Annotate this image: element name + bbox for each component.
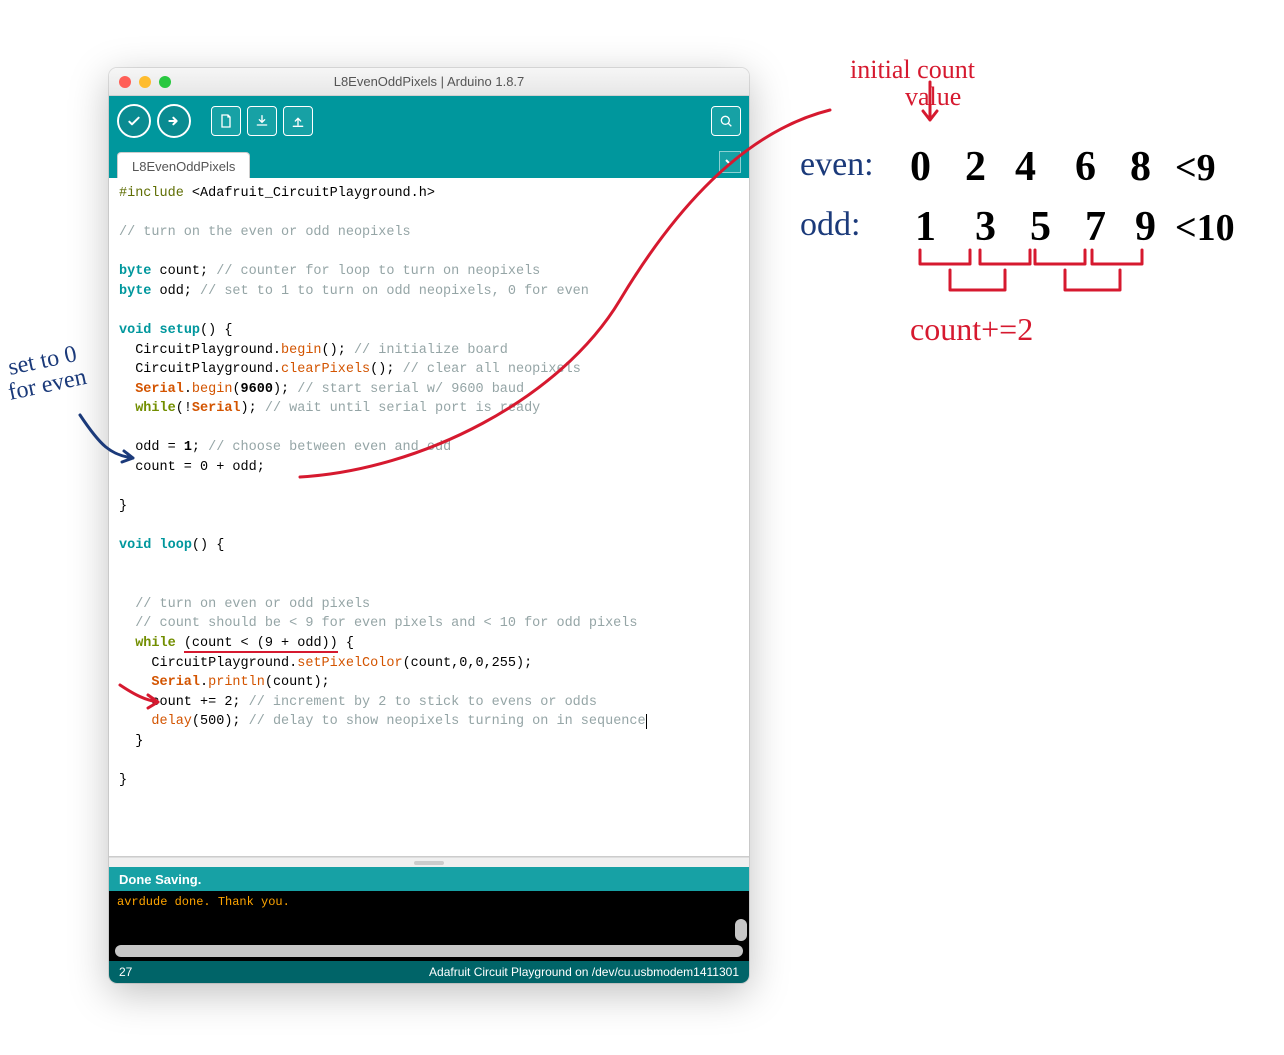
console[interactable]: avrdude done. Thank you. — [109, 891, 749, 961]
bracket-5 — [950, 270, 1005, 290]
annot-even-0: 0 — [910, 144, 931, 190]
code-editor[interactable]: #include <Adafruit_CircuitPlayground.h> … — [109, 178, 749, 857]
annot-set-even-2: for even — [6, 364, 89, 406]
annot-odd-3: 3 — [975, 204, 996, 250]
titlebar: L8EvenOddPixels | Arduino 1.8.7 — [109, 68, 749, 96]
annot-init-1: initial count — [850, 55, 976, 84]
upload-button[interactable] — [157, 104, 191, 138]
line-number: 27 — [119, 965, 159, 979]
horizontal-scrollbar[interactable] — [115, 945, 743, 957]
save-button[interactable] — [283, 106, 313, 136]
status-text: Done Saving. — [119, 872, 201, 887]
annot-set-even-1: set to 0 — [6, 341, 79, 381]
annot-even-2: 2 — [965, 144, 986, 190]
bracket-4 — [1092, 250, 1142, 264]
tab-menu-button[interactable] — [719, 151, 741, 173]
annot-odd-9: 9 — [1135, 204, 1156, 250]
verify-button[interactable] — [117, 104, 151, 138]
tab-sketch[interactable]: L8EvenOddPixels — [117, 152, 250, 178]
status-bar: Done Saving. — [109, 867, 749, 891]
splitter-handle[interactable] — [109, 857, 749, 867]
annot-odd-5: 5 — [1030, 204, 1051, 250]
open-button[interactable] — [247, 106, 277, 136]
code-content[interactable]: #include <Adafruit_CircuitPlayground.h> … — [109, 178, 749, 800]
board-label: Adafruit Circuit Playground on /dev/cu.u… — [159, 965, 739, 979]
footer: 27 Adafruit Circuit Playground on /dev/c… — [109, 961, 749, 983]
bracket-2 — [980, 250, 1030, 264]
annot-even-label: even: — [800, 146, 874, 183]
traffic-lights — [119, 76, 171, 88]
annot-even-cond: <9 — [1175, 147, 1216, 189]
serial-monitor-button[interactable] — [711, 106, 741, 136]
annot-even-6: 6 — [1075, 144, 1096, 190]
annot-odd-7: 7 — [1085, 204, 1106, 250]
new-button[interactable] — [211, 106, 241, 136]
window-title: L8EvenOddPixels | Arduino 1.8.7 — [109, 74, 749, 89]
arrow-down-icon — [923, 82, 937, 120]
annot-even-8: 8 — [1130, 144, 1151, 190]
annot-odd-cond: <10 — [1175, 207, 1235, 249]
annot-even-4: 4 — [1015, 144, 1036, 190]
close-icon[interactable] — [119, 76, 131, 88]
vertical-scrollbar[interactable] — [735, 897, 747, 941]
arduino-ide-window: L8EvenOddPixels | Arduino 1.8.7 L8EvenOd… — [109, 68, 749, 983]
annot-init-2: value — [905, 82, 961, 111]
bracket-1 — [920, 250, 970, 264]
annot-odd-label: odd: — [800, 206, 860, 243]
toolbar — [109, 96, 749, 146]
annot-count-plus: count+=2 — [910, 311, 1033, 347]
maximize-icon[interactable] — [159, 76, 171, 88]
console-line: avrdude done. Thank you. — [117, 895, 741, 909]
bracket-3 — [1035, 250, 1085, 264]
annot-odd-1: 1 — [915, 204, 936, 250]
tab-row: L8EvenOddPixels — [109, 146, 749, 178]
minimize-icon[interactable] — [139, 76, 151, 88]
bracket-6 — [1065, 270, 1120, 290]
